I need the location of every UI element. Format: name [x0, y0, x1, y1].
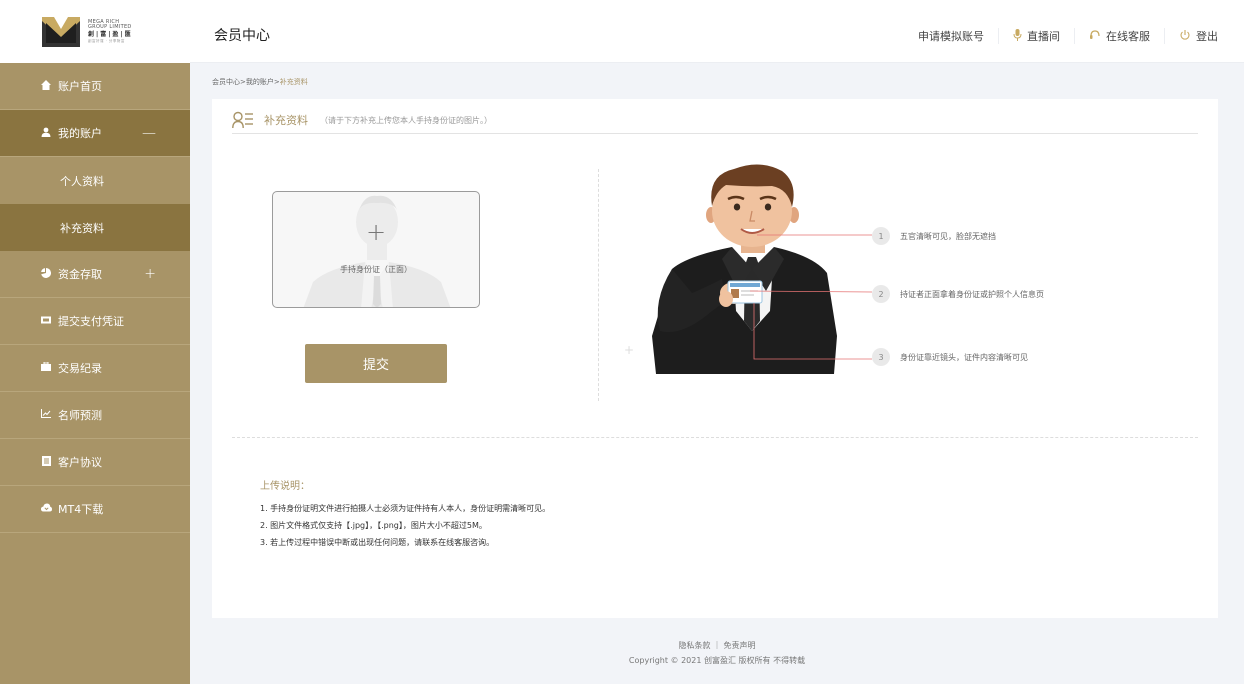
- sidebar-item-label: 客户协议: [58, 456, 102, 469]
- sidebar-item-submit-payment[interactable]: 提交支付凭证: [0, 298, 190, 345]
- silhouette-placeholder-icon: [303, 195, 451, 307]
- sidebar-item-label: 提交支付凭证: [58, 315, 124, 328]
- id-card-icon: [232, 111, 253, 129]
- supplementary-info-panel: 补充资料 （请于下方补充上传您本人手持身份证的图片。） + 手持身份证（正面） …: [212, 99, 1218, 618]
- requirement-text: 身份证靠近镜头，证件内容清晰可见: [900, 352, 1028, 362]
- vertical-divider: [598, 169, 599, 401]
- step-number: 3: [872, 348, 890, 366]
- online-service-label: 在线客服: [1106, 30, 1150, 43]
- page-title: 会员中心: [214, 28, 270, 44]
- sidebar-item-label: MT4下载: [58, 503, 104, 516]
- upload-label: 手持身份证（正面）: [340, 265, 412, 274]
- logout-label: 登出: [1196, 30, 1218, 43]
- instruction-line: 2. 图片文件格式仅支持【.jpg】，【.png】，图片大小不超过5M。: [260, 521, 487, 530]
- sidebar-item-deposit-withdraw[interactable]: 资金存取 +: [0, 251, 190, 298]
- ticket-icon: [40, 316, 52, 327]
- sidebar-item-mt4-download[interactable]: MT4下载: [0, 486, 190, 533]
- decorative-plus-icon: +: [624, 343, 635, 357]
- sidebar-item-label: 交易纪录: [58, 362, 102, 375]
- panel-note: （请于下方补充上传您本人手持身份证的图片。）: [320, 115, 492, 125]
- sidebar-item-trade-records[interactable]: 交易纪录: [0, 345, 190, 392]
- home-icon: [40, 79, 52, 93]
- requirement-item: 1 五官清晰可见，脸部无遮挡: [872, 227, 996, 245]
- header-links: 申请模拟账号 直播间 在线客服 登出: [904, 24, 1232, 48]
- expand-icon[interactable]: +: [144, 266, 156, 282]
- logo-slogan: 創富好運 · 分享財富: [88, 38, 125, 43]
- submit-button[interactable]: 提交: [305, 344, 447, 383]
- sidebar-item-label: 资金存取: [58, 268, 102, 281]
- user-icon: [40, 127, 52, 140]
- copyright: Copyright © 2021 创富盈汇 版权所有 不得转载: [628, 656, 806, 665]
- upload-instructions: 上传说明： 1. 手持身份证明文件进行拍摄人士必须为证件持有人本人，身份证明需清…: [260, 477, 550, 551]
- logo[interactable]: MEGA RICH GROUP LIMITED 創|富|盈|匯 創富好運 · 分…: [0, 0, 190, 63]
- sidebar-item-label: 补充资料: [60, 221, 104, 235]
- breadcrumb-current: 补充资料: [279, 78, 308, 86]
- panel-title: 补充资料: [264, 114, 308, 127]
- step-number: 2: [872, 285, 890, 303]
- instruction-line: 1. 手持身份证明文件进行拍摄人士必须为证件持有人本人，身份证明需清晰可见。: [260, 504, 551, 513]
- cloud-download-icon: [40, 503, 52, 515]
- requirement-item: 2 持证者正面拿着身份证或护照个人信息页: [872, 285, 1044, 303]
- sidebar-item-supplementary-info[interactable]: 补充资料: [0, 204, 190, 251]
- briefcase-icon: [40, 361, 52, 374]
- sidebar-item-label: 我的账户: [58, 127, 102, 140]
- horizontal-divider: [232, 437, 1198, 438]
- panel-header: 补充资料 （请于下方补充上传您本人手持身份证的图片。）: [232, 107, 1198, 134]
- collapse-icon[interactable]: —: [142, 125, 156, 141]
- requirement-item: 3 身份证靠近镜头，证件内容清晰可见: [872, 348, 1028, 366]
- apply-demo-account-label: 申请模拟账号: [918, 30, 984, 43]
- power-icon: [1179, 29, 1191, 44]
- logo-mark-icon: [42, 16, 80, 47]
- sidebar-item-my-account[interactable]: 我的账户 —: [0, 110, 190, 157]
- breadcrumb: 会员中心>我的账户>补充资料: [212, 77, 308, 87]
- instructions-title: 上传说明：: [260, 481, 310, 492]
- headset-icon: [1089, 29, 1101, 44]
- requirement-text: 五官清晰可见，脸部无遮挡: [900, 231, 996, 241]
- sidebar-item-account-home[interactable]: 账户首页: [0, 63, 190, 110]
- instruction-line: 3. 若上传过程中错误中断或出现任何问题，请联系在线客服咨询。: [260, 538, 495, 547]
- top-header: MEGA RICH GROUP LIMITED 創|富|盈|匯 創富好運 · 分…: [0, 0, 1244, 63]
- footer-links[interactable]: 隐私条款 ｜ 免责声明: [190, 638, 1244, 653]
- live-room-link[interactable]: 直播间: [998, 28, 1074, 44]
- step-number: 1: [872, 227, 890, 245]
- breadcrumb-path[interactable]: 会员中心>我的账户>: [212, 78, 280, 86]
- sidebar-item-personal-info[interactable]: 个人资料: [0, 157, 190, 204]
- line-chart-icon: [40, 409, 52, 421]
- sidebar-item-label: 个人资料: [60, 174, 104, 188]
- logout-link[interactable]: 登出: [1164, 28, 1232, 44]
- sidebar-item-client-agreement[interactable]: 客户协议: [0, 439, 190, 486]
- footer: 隐私条款 ｜ 免责声明 Copyright © 2021 创富盈汇 版权所有 不…: [190, 638, 1244, 668]
- logo-chinese: 創|富|盈|匯: [88, 30, 133, 38]
- online-service-link[interactable]: 在线客服: [1074, 28, 1164, 44]
- requirement-text: 持证者正面拿着身份证或护照个人信息页: [900, 289, 1044, 299]
- sidebar: 账户首页 我的账户 — 个人资料 补充资料 资金存取 + 提交支付凭证 交易纪录: [0, 63, 190, 684]
- logo-line2: GROUP LIMITED: [88, 23, 132, 30]
- document-icon: [40, 455, 52, 469]
- add-icon: +: [365, 218, 387, 246]
- pie-chart-icon: [40, 267, 52, 281]
- apply-demo-account-link[interactable]: 申请模拟账号: [904, 28, 998, 44]
- sidebar-item-label: 名师预测: [58, 409, 102, 422]
- sidebar-item-label: 账户首页: [58, 80, 102, 93]
- live-room-label: 直播间: [1027, 30, 1060, 43]
- id-upload-card[interactable]: + 手持身份证（正面）: [272, 191, 480, 308]
- microphone-icon: [1013, 28, 1022, 44]
- sidebar-item-expert-forecast[interactable]: 名师预测: [0, 392, 190, 439]
